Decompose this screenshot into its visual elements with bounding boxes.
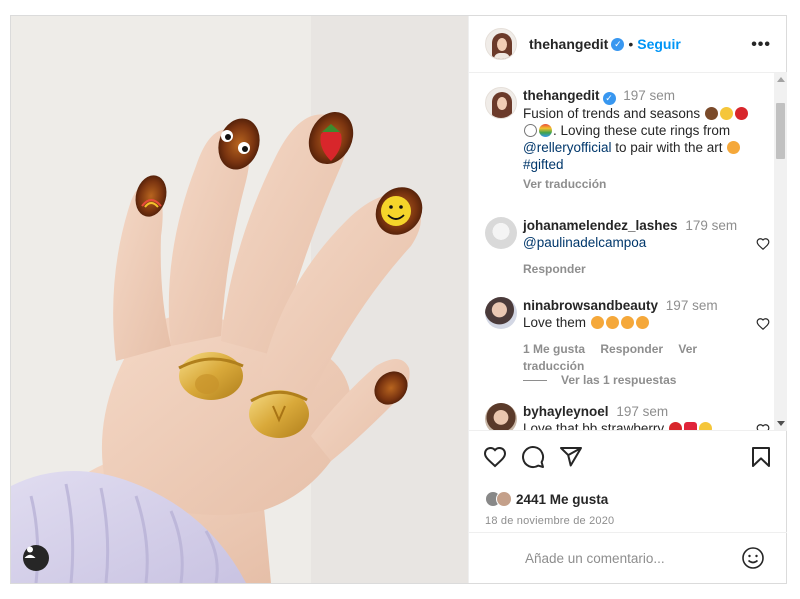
caption-hashtag[interactable]: #gifted bbox=[523, 157, 564, 172]
add-comment-bar bbox=[469, 532, 787, 583]
caption-mention[interactable]: @relleryofficial bbox=[523, 140, 611, 155]
caption-text-2: . Loving these cute rings from bbox=[553, 123, 731, 138]
comment-time: 197 sem bbox=[616, 404, 669, 419]
caption-time: 197 sem bbox=[623, 88, 676, 103]
heart-eyes-emoji-icon bbox=[620, 316, 634, 329]
red-heart-emoji-icon bbox=[683, 422, 697, 430]
heart-eyes-emoji-icon bbox=[727, 141, 741, 154]
caption-text-3: to pair with the art bbox=[615, 140, 723, 155]
scrollbar-thumb[interactable] bbox=[776, 103, 785, 159]
comment-username[interactable]: byhayleynoel bbox=[523, 404, 609, 419]
caption-text-1: Fusion of trends and seasons bbox=[523, 106, 701, 121]
likes-count: 2441 Me gusta bbox=[516, 491, 609, 507]
more-options-icon[interactable]: ••• bbox=[751, 36, 771, 54]
comment-item: johanamelendez_lashes 179 sem @paulinade… bbox=[485, 217, 770, 278]
eye-emoji-icon bbox=[524, 124, 537, 137]
view-replies-button[interactable]: Ver las 1 respuestas bbox=[523, 373, 676, 387]
caption-username[interactable]: thehangedit bbox=[523, 88, 600, 103]
heart-icon[interactable] bbox=[483, 445, 507, 469]
caption-body: thehangedit ✓ 197 sem Fusion of trends an… bbox=[523, 87, 770, 193]
heart-eyes-emoji-icon bbox=[605, 316, 619, 329]
heart-eyes-emoji-icon bbox=[590, 316, 604, 329]
heart-eyes-emoji-icon bbox=[635, 316, 649, 329]
comment-text: Love that bb strawberry bbox=[523, 421, 665, 430]
hand-with-rings-illustration bbox=[11, 16, 468, 583]
author-avatar[interactable] bbox=[485, 87, 517, 119]
caption: thehangedit ✓ 197 sem Fusion of trends an… bbox=[485, 87, 770, 193]
header-separator: • bbox=[628, 36, 634, 52]
likes-summary[interactable]: 2441 Me gusta bbox=[485, 491, 608, 507]
heart-icon[interactable] bbox=[756, 237, 770, 251]
scroll-down-icon[interactable] bbox=[777, 421, 785, 426]
post-actions: 2441 Me gusta 18 de noviembre de 2020 bbox=[469, 430, 787, 527]
comment-item: ninabrowsandbeauty 197 sem Love them 1 M… bbox=[485, 297, 770, 375]
post-header: thehangedit ✓ • Seguir ••• bbox=[469, 16, 787, 73]
caption-translate-link[interactable]: Ver traducción bbox=[523, 177, 606, 191]
post-side-panel: thehangedit ✓ • Seguir ••• thehangedit ✓ … bbox=[468, 16, 787, 583]
bookmark-icon[interactable] bbox=[749, 445, 773, 469]
comment-input[interactable] bbox=[525, 547, 725, 569]
user-tag-icon[interactable] bbox=[23, 545, 49, 571]
instagram-post: thehangedit ✓ • Seguir ••• thehangedit ✓ … bbox=[10, 15, 787, 584]
view-replies-label: Ver las 1 respuestas bbox=[561, 373, 677, 387]
commenter-avatar[interactable] bbox=[485, 217, 517, 249]
comment-time: 197 sem bbox=[665, 298, 718, 313]
rainbow-emoji-icon bbox=[539, 124, 552, 137]
commenter-avatar[interactable] bbox=[485, 297, 517, 329]
author-username[interactable]: thehangedit bbox=[529, 36, 608, 52]
post-photo[interactable] bbox=[11, 16, 468, 583]
author-avatar[interactable] bbox=[485, 28, 517, 60]
comments-scrollbar[interactable] bbox=[774, 73, 787, 430]
comment-icon[interactable] bbox=[521, 445, 545, 469]
comments-list[interactable]: thehangedit ✓ 197 sem Fusion of trends an… bbox=[469, 73, 787, 430]
comment-likes-count[interactable]: 1 Me gusta bbox=[523, 342, 585, 356]
verified-icon: ✓ bbox=[611, 37, 625, 51]
heart-icon[interactable] bbox=[756, 317, 770, 331]
reply-button[interactable]: Responder bbox=[600, 342, 663, 356]
share-icon[interactable] bbox=[559, 445, 583, 469]
brown-heart-emoji-icon bbox=[704, 107, 718, 120]
strawberry-emoji-icon bbox=[668, 422, 682, 430]
emoji-icon[interactable] bbox=[741, 546, 765, 570]
reply-button[interactable]: Responder bbox=[523, 262, 586, 276]
strawberry-emoji-icon bbox=[734, 107, 748, 120]
comment-text: Love them bbox=[523, 315, 587, 330]
comment-username[interactable]: johanamelendez_lashes bbox=[523, 218, 678, 233]
wink-emoji-icon bbox=[698, 422, 712, 430]
smile-emoji-icon bbox=[719, 107, 733, 120]
scroll-up-icon[interactable] bbox=[777, 77, 785, 82]
post-date[interactable]: 18 de noviembre de 2020 bbox=[485, 515, 614, 527]
comment-text[interactable]: @paulinadelcampoa bbox=[523, 235, 646, 250]
follow-button[interactable]: Seguir bbox=[637, 36, 681, 52]
comment-time: 179 sem bbox=[685, 218, 738, 233]
liker-avatar bbox=[496, 491, 512, 507]
comment-item: byhayleynoel 197 sem Love that bb strawb… bbox=[485, 403, 770, 430]
comment-username[interactable]: ninabrowsandbeauty bbox=[523, 298, 658, 313]
commenter-avatar[interactable] bbox=[485, 403, 517, 430]
replies-divider bbox=[523, 380, 547, 382]
verified-icon: ✓ bbox=[602, 92, 616, 105]
heart-icon[interactable] bbox=[756, 423, 770, 430]
